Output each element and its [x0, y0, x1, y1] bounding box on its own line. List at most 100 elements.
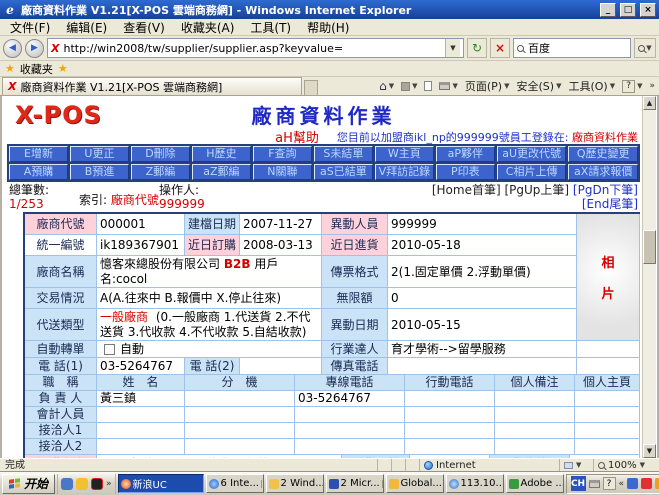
back-button[interactable]: ◀ — [3, 39, 22, 58]
btn-zip2[interactable]: aZ郵編 — [192, 164, 251, 180]
tools-menu-button[interactable]: 工具(O)▼ — [568, 78, 615, 94]
industry-expert-field[interactable]: 育才學術-->留學服務 — [388, 341, 577, 358]
btn-visit-record[interactable]: V拜訪記錄 — [375, 164, 434, 180]
forward-button[interactable]: ▶ — [25, 39, 44, 58]
more-commands-chevron[interactable]: » — [649, 81, 655, 91]
tab-supplier-page[interactable]: X 廠商資料作業 V1.21[X-POS 雲端商務網] — [2, 77, 302, 95]
nav-end-last[interactable]: [End尾筆] — [582, 197, 638, 211]
tray-chevron[interactable]: « — [619, 479, 625, 489]
btn-zip[interactable]: Z郵編 — [131, 164, 190, 180]
scrollbar-thumb[interactable] — [643, 230, 656, 264]
btn-closed-orders[interactable]: aS已結單 — [314, 164, 373, 180]
quick-launch-icon-2[interactable] — [76, 478, 88, 490]
help-menu-button[interactable]: ?▼ — [622, 80, 642, 93]
supplier-code-field[interactable]: 000001 — [97, 214, 185, 235]
close-button[interactable]: × — [640, 3, 656, 17]
recent-order-field[interactable]: 2008-03-13 — [240, 235, 322, 256]
contact-cell[interactable] — [97, 439, 185, 455]
btn-delete[interactable]: D刪除 — [131, 146, 190, 162]
qq-icon[interactable] — [91, 478, 103, 490]
new-tab-button[interactable] — [304, 80, 318, 95]
delivery-type-field[interactable]: 一般廠商 (0.一般廠商 1.代送貨 2.不代送貨 3.代收款 4.不代收款 5… — [97, 309, 322, 341]
btn-history[interactable]: H歷史 — [192, 146, 251, 162]
contact-cell[interactable] — [295, 407, 405, 423]
stop-button[interactable]: × — [490, 38, 510, 58]
nav-pgup-prev[interactable]: [PgUp上筆] — [504, 183, 569, 197]
page-menu-button[interactable]: 页面(P)▼ — [465, 78, 510, 94]
print-button[interactable]: ▼ — [439, 82, 457, 90]
modified-by-field[interactable]: 999999 — [388, 214, 577, 235]
task-ie-group[interactable]: 6 Inte...▼ — [206, 474, 264, 493]
created-date-field[interactable]: 2007-11-27 — [240, 214, 322, 235]
home-button[interactable]: ⌂▼ — [379, 79, 394, 93]
contact-cell[interactable] — [405, 423, 495, 439]
address-dropdown-icon[interactable]: ▼ — [445, 39, 460, 57]
order-method-field[interactable]: 1 (1.自送 2.電話 3.傳真 4.網絡 5.EOS — [97, 455, 342, 458]
zoom-control[interactable]: 100% ▼ — [593, 459, 659, 471]
minimize-button[interactable]: _ — [600, 3, 616, 17]
maximize-button[interactable]: □ — [620, 3, 636, 17]
contact-cell[interactable] — [405, 439, 495, 455]
contact-cell[interactable] — [575, 423, 640, 439]
phone2-field[interactable] — [240, 358, 322, 375]
contact-cell[interactable] — [97, 423, 185, 439]
trade-status-field[interactable]: A(A.往來中 B.報價中 X.停止往來) — [97, 288, 322, 309]
btn-preorder[interactable]: A預購 — [9, 164, 68, 180]
task-adobe[interactable]: Adobe ... — [506, 474, 564, 493]
tray-icon-msn[interactable] — [627, 478, 638, 489]
search-go-button[interactable]: ▼ — [634, 38, 656, 58]
voucher-format-field[interactable]: 2(1.固定單價 2.浮動單價) — [388, 256, 577, 288]
supplier-name-field[interactable]: 憶客來總股份有限公司 B2B 用戶名:cocol — [97, 256, 322, 288]
task-sina-uc[interactable]: 新浪UC — [118, 474, 204, 493]
contact-cell[interactable] — [575, 391, 640, 407]
menu-file[interactable]: 文件(F) — [2, 19, 58, 36]
btn-prestock[interactable]: B預進 — [70, 164, 129, 180]
contact-cell[interactable] — [405, 391, 495, 407]
contact-cell[interactable] — [495, 407, 575, 423]
quick-launch-chevron[interactable]: » — [106, 479, 112, 489]
btn-partner[interactable]: aP夥伴 — [436, 146, 495, 162]
contact-cell[interactable] — [495, 423, 575, 439]
btn-request-quote[interactable]: aX請求報價 — [568, 164, 638, 180]
menu-favorites[interactable]: 收藏夹(A) — [173, 19, 243, 36]
contact-cell[interactable]: 03-5264767 — [295, 391, 405, 407]
btn-print[interactable]: P印表 — [436, 164, 495, 180]
btn-update[interactable]: U更正 — [70, 146, 129, 162]
contact-cell[interactable] — [295, 439, 405, 455]
nav-pgdn-next[interactable]: [PgDn下筆] — [573, 183, 638, 197]
refresh-button[interactable]: ↻ — [467, 38, 487, 58]
contact-cell[interactable]: 黃三鎮 — [97, 391, 185, 407]
contact-cell[interactable] — [185, 391, 295, 407]
read-mail-button[interactable] — [424, 81, 432, 91]
address-input[interactable]: X http://win2008/tw/supplier/supplier.as… — [47, 38, 464, 58]
menu-view[interactable]: 查看(V) — [115, 19, 173, 36]
add-favorite-icon[interactable]: ★ — [58, 62, 68, 75]
task-word-group[interactable]: 2 Micr...▼ — [326, 474, 384, 493]
btn-history-change[interactable]: Q歷史變更 — [568, 146, 638, 162]
phone1-field[interactable]: 03-5264767 — [97, 358, 185, 375]
no-limit-field[interactable]: 0 — [388, 288, 577, 309]
contact-cell[interactable] — [97, 407, 185, 423]
btn-photo-upload[interactable]: C相片上傳 — [497, 164, 567, 180]
contact-cell[interactable] — [575, 407, 640, 423]
favorites-label[interactable]: 收藏夹 — [20, 61, 53, 77]
auto-transfer-checkbox[interactable] — [104, 344, 115, 355]
contact-cell[interactable] — [185, 439, 295, 455]
quick-launch-icon-1[interactable] — [61, 478, 73, 490]
task-remote[interactable]: 113.10... — [446, 474, 504, 493]
contact-cell[interactable] — [185, 423, 295, 439]
tray-printer-icon[interactable] — [589, 480, 600, 488]
btn-query[interactable]: F查詢 — [253, 146, 312, 162]
menu-help[interactable]: 帮助(H) — [299, 19, 357, 36]
tax-id-field[interactable]: ik189367901 — [97, 235, 185, 256]
start-button[interactable]: 开始 — [2, 474, 55, 494]
btn-open-orders[interactable]: S未結單 — [314, 146, 373, 162]
contact-cell[interactable] — [295, 423, 405, 439]
recent-purchase-field[interactable]: 2010-05-18 — [388, 235, 577, 256]
task-global[interactable]: Global... — [386, 474, 444, 493]
fax-field[interactable] — [388, 358, 577, 375]
contact-cell[interactable] — [185, 407, 295, 423]
contact-cell[interactable] — [405, 407, 495, 423]
btn-add[interactable]: E增新 — [9, 146, 68, 162]
tray-icon-orange[interactable] — [655, 478, 659, 489]
